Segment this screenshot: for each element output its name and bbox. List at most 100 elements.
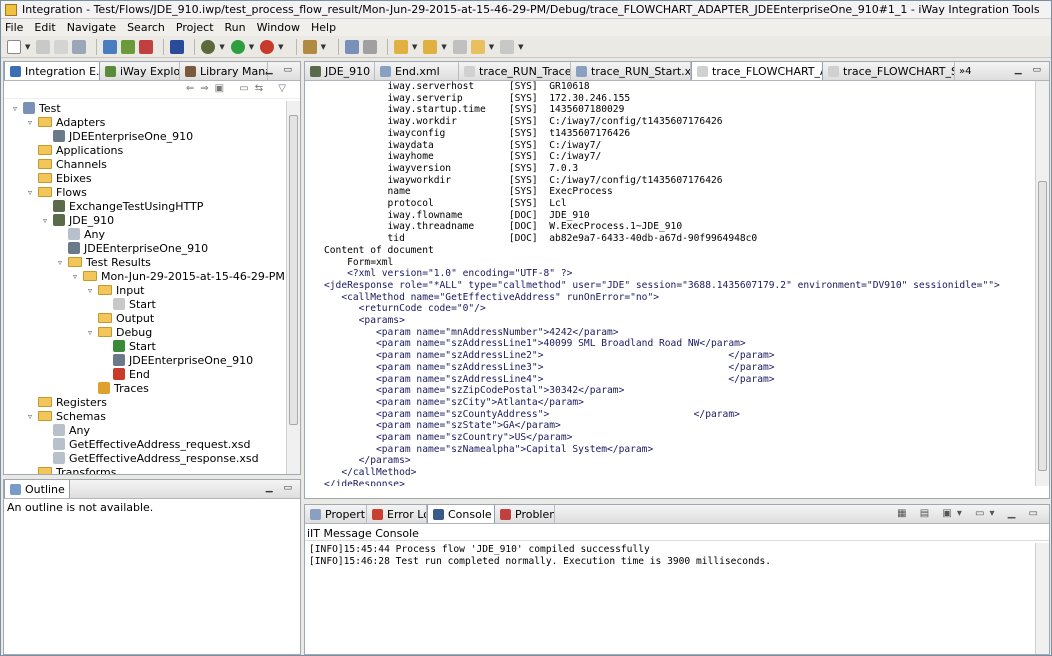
tree-item[interactable]: Start	[100, 339, 156, 353]
more-tabs-indicator[interactable]: »4	[959, 66, 971, 77]
tree-scrollbar[interactable]	[286, 101, 300, 474]
tree-item[interactable]: ▿ Adapters	[25, 115, 105, 129]
tree-item[interactable]: ▿ Input	[85, 283, 145, 297]
editor-scrollbar[interactable]	[1035, 81, 1049, 486]
tab-properties[interactable]: Properties	[305, 505, 367, 523]
tab-library-manager[interactable]: Library Mana...	[180, 62, 268, 80]
iway-icon[interactable]	[121, 39, 136, 54]
tree-item[interactable]: Any	[55, 227, 105, 241]
tree-item[interactable]: JDEEnterpriseOne_910	[100, 353, 253, 367]
tab-problems[interactable]: Problems	[495, 505, 555, 523]
tab-end-xml[interactable]: End.xml	[375, 62, 459, 80]
back-icon[interactable]	[470, 39, 485, 54]
tree-item[interactable]: Traces	[85, 381, 149, 395]
minimize-maximize-icon[interactable]: ▁ ▭	[266, 65, 296, 75]
tab-trace-flowchart-s[interactable]: trace_FLOWCHART_S...	[823, 62, 955, 80]
menu-window[interactable]: Window	[257, 21, 300, 34]
tree-item-label: Registers	[56, 395, 108, 409]
tree-item[interactable]: End	[100, 367, 150, 381]
tab-trace-run-start-xml[interactable]: trace_RUN_Start.xml	[571, 62, 691, 80]
view-toolbar-icons[interactable]: ⇐⇒▣ ▭⇆ ▽	[186, 83, 292, 94]
show-whitespace-icon[interactable]	[362, 39, 377, 54]
run-icon[interactable]	[230, 39, 245, 54]
tree-item[interactable]: Any	[40, 423, 90, 437]
menu-navigate[interactable]: Navigate	[67, 21, 116, 34]
tab-trace-run-traces[interactable]: trace_RUN_Traces	[459, 62, 571, 80]
print-icon[interactable]	[72, 39, 87, 54]
tab-integration-explorer[interactable]: Integration E... ✕	[4, 62, 100, 80]
console-toolbar-icons[interactable]: ▦ ▤ ▣▾ ▭▾ ▁ ▭	[897, 508, 1043, 519]
tree-item[interactable]: Registers	[25, 395, 107, 409]
menu-file[interactable]: File	[5, 21, 23, 34]
save-icon[interactable]	[36, 39, 51, 54]
tree-item[interactable]: Start	[100, 297, 156, 311]
editor-line: <param name="szAddressLine4"> </param>	[324, 373, 775, 385]
expand-toggle-icon[interactable]: ▿	[55, 258, 65, 267]
new-icon[interactable]	[7, 39, 21, 54]
editor-line: iwayworkdir [SYS] C:/iway7/config/t14356…	[324, 174, 723, 186]
tree-item[interactable]: JDEEnterpriseOne_910	[40, 129, 193, 143]
trace-icon	[828, 65, 839, 77]
editor-line: <param name="szAddressLine3"> </param>	[324, 361, 775, 373]
tab-iway-explorer[interactable]: iWay Explorer	[100, 62, 180, 80]
last-edit-icon[interactable]	[452, 39, 467, 54]
console-scrollbar[interactable]	[1035, 543, 1049, 654]
tab-console[interactable]: Console✕	[427, 505, 495, 523]
tab-outline[interactable]: Outline ✕	[4, 480, 70, 498]
folder-icon	[38, 187, 52, 197]
tree-item[interactable]: Applications	[25, 143, 123, 157]
tab-error-log[interactable]: Error Log	[367, 505, 427, 523]
menu-help[interactable]: Help	[311, 21, 336, 34]
tree-item[interactable]: ▿ Test Results	[55, 255, 151, 269]
external-tools-icon[interactable]	[260, 39, 275, 54]
expand-toggle-icon[interactable]: ▿	[25, 188, 35, 197]
expand-toggle-icon[interactable]: ▿	[85, 328, 95, 337]
expand-toggle-icon[interactable]: ▿	[25, 118, 35, 127]
deploy-icon[interactable]	[139, 39, 154, 54]
expand-toggle-icon[interactable]: ▿	[10, 104, 20, 113]
debug-icon[interactable]	[201, 39, 216, 54]
trace-editor-text[interactable]: iway.serverhost [SYS] GR10618 iway.serve…	[305, 81, 1035, 486]
tree-item[interactable]: ▿ JDE_910	[40, 213, 114, 227]
tree-item[interactable]: ▿ Flows	[25, 185, 87, 199]
console-output[interactable]: [INFO]15:45:44 Process flow 'JDE_910' co…	[305, 543, 1049, 654]
folder-icon	[98, 285, 112, 295]
pen-icon[interactable]	[302, 39, 317, 54]
tree-item[interactable]: GetEffectiveAddress_response.xsd	[40, 451, 259, 465]
menu-edit[interactable]: Edit	[34, 21, 55, 34]
tree-scroll-thumb[interactable]	[289, 115, 298, 425]
tree-item[interactable]: ▿ Schemas	[25, 409, 106, 423]
editor-scroll-thumb[interactable]	[1038, 181, 1047, 471]
xml-icon	[380, 65, 391, 77]
menu-project[interactable]: Project	[176, 21, 214, 34]
expand-toggle-icon[interactable]: ▿	[25, 412, 35, 421]
toggle-mark-icon[interactable]	[344, 39, 359, 54]
menu-search[interactable]: Search	[127, 21, 165, 34]
tree-item[interactable]: Transforms	[25, 465, 116, 474]
ix-icon[interactable]	[170, 39, 185, 54]
prev-annotation-icon[interactable]	[423, 39, 438, 54]
save-all-icon[interactable]	[54, 39, 69, 54]
tree-item[interactable]: GetEffectiveAddress_request.xsd	[40, 437, 250, 451]
tab-trace-flowchart-a[interactable]: trace_FLOWCHART_A...✕	[691, 62, 823, 80]
tree-item[interactable]: ▿ Test	[10, 101, 61, 115]
expand-toggle-icon[interactable]: ▿	[85, 286, 95, 295]
tab-jde-910[interactable]: JDE_910	[305, 62, 375, 80]
forward-icon[interactable]	[500, 39, 515, 54]
menu-run[interactable]: Run	[225, 21, 246, 34]
tree-item[interactable]: Channels	[25, 157, 107, 171]
minimize-maximize-icon[interactable]: ▁ ▭	[266, 483, 296, 493]
tree-item[interactable]: ▿ Mon-Jun-29-2015-at-15-46-29-PM	[70, 269, 285, 283]
tree-item[interactable]: Ebixes	[25, 171, 92, 185]
tree-item[interactable]: JDEEnterpriseOne_910	[55, 241, 208, 255]
tab-label: trace_FLOWCHART_S...	[843, 64, 954, 78]
tree-item[interactable]: ▿ Debug	[85, 325, 152, 339]
outline-message: An outline is not available.	[7, 501, 154, 514]
expand-toggle-icon[interactable]: ▿	[70, 272, 80, 281]
tree-item[interactable]: Output	[85, 311, 154, 325]
expand-toggle-icon[interactable]: ▿	[40, 216, 50, 225]
open-type-icon[interactable]	[103, 39, 118, 54]
next-annotation-icon[interactable]	[393, 39, 408, 54]
minimize-maximize-icon[interactable]: ▁ ▭	[1015, 65, 1045, 75]
tree-item[interactable]: ExchangeTestUsingHTTP	[40, 199, 203, 213]
